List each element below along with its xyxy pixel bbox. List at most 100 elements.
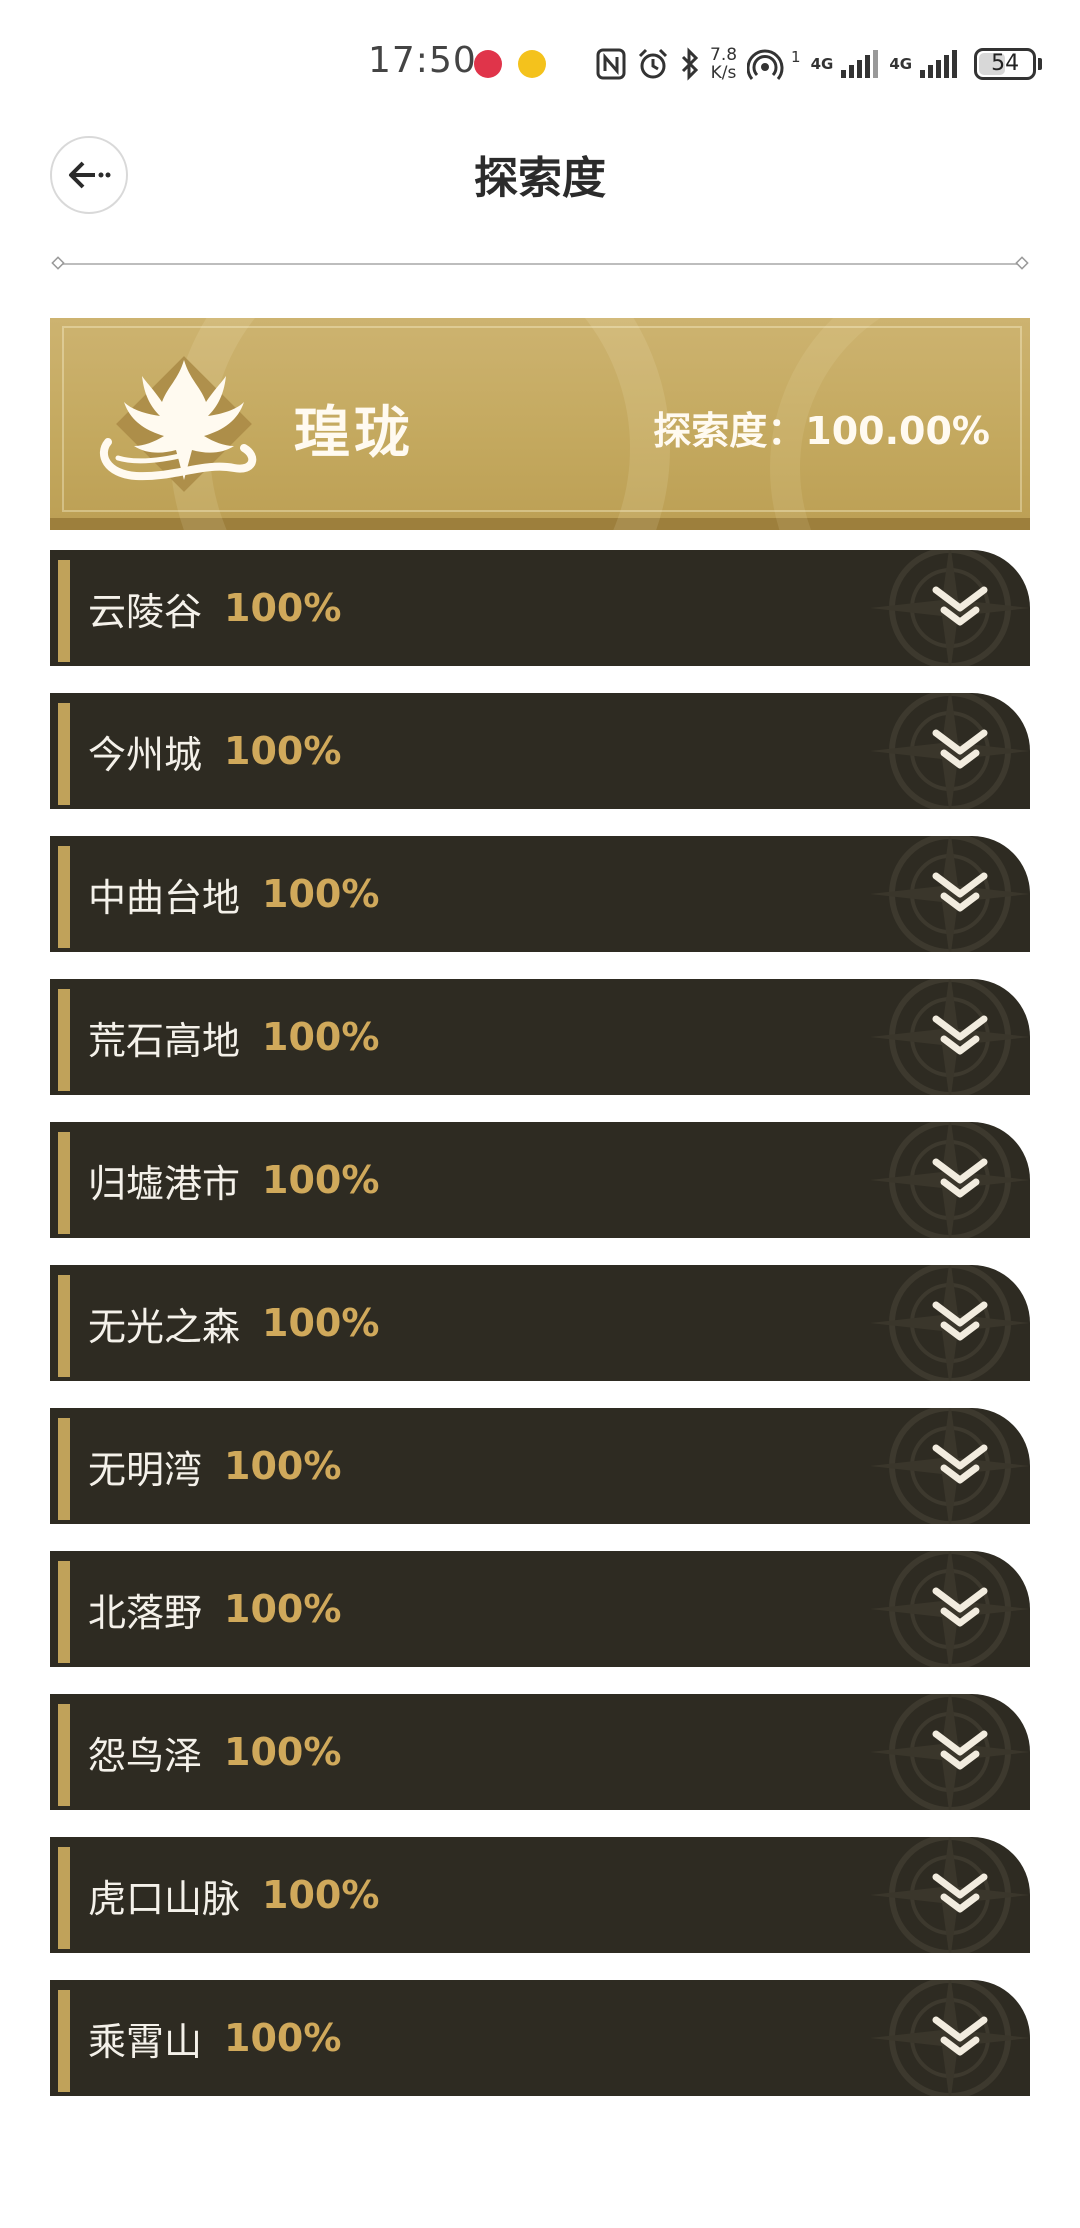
- chevron-down-icon[interactable]: [932, 1873, 988, 1917]
- region-name: 瑝珑: [294, 401, 414, 466]
- area-percent: 100%: [224, 1587, 342, 1631]
- area-label: 今州城 100%: [88, 693, 341, 809]
- area-label: 荒石高地 100%: [88, 979, 379, 1095]
- compass-watermark-icon: [870, 1837, 1030, 1953]
- app-notification-icon: [474, 50, 502, 78]
- wifi-hotspot-icon: [747, 47, 791, 81]
- area-name: 虎口山脉: [88, 1876, 241, 1921]
- chevron-down-icon[interactable]: [932, 1444, 988, 1488]
- area-accent-bar: [58, 1132, 70, 1234]
- signal-icon: [839, 48, 879, 80]
- area-label: 中曲台地 100%: [88, 836, 379, 952]
- area-name: 云陵谷: [88, 589, 203, 634]
- area-percent: 100%: [262, 872, 380, 916]
- compass-watermark-icon: [870, 979, 1030, 1095]
- area-percent: 100%: [262, 1301, 380, 1345]
- area-item[interactable]: 北落野 100%: [50, 1551, 1030, 1667]
- area-label: 怨鸟泽 100%: [88, 1694, 341, 1810]
- area-name: 怨鸟泽: [88, 1733, 203, 1778]
- area-label: 无光之森 100%: [88, 1265, 379, 1381]
- compass-watermark-icon: [870, 693, 1030, 809]
- compass-watermark-icon: [870, 1408, 1030, 1524]
- area-list: 云陵谷 100% 今州城 100% 中曲台地 100% 荒石高地 100% 归墟…: [50, 550, 1030, 2123]
- header-divider: [51, 256, 1029, 270]
- area-name: 荒石高地: [88, 1018, 241, 1063]
- chevron-down-icon[interactable]: [932, 1301, 988, 1345]
- battery-tip: [1038, 58, 1043, 70]
- area-percent: 100%: [224, 1730, 342, 1774]
- compass-watermark-icon: [870, 836, 1030, 952]
- area-name: 今州城: [88, 732, 203, 777]
- area-accent-bar: [58, 1704, 70, 1806]
- area-accent-bar: [58, 989, 70, 1091]
- area-item[interactable]: 荒石高地 100%: [50, 979, 1030, 1095]
- area-label: 无明湾 100%: [88, 1408, 341, 1524]
- network-speed-value: 7.8: [710, 45, 738, 65]
- bluetooth-icon: [680, 47, 700, 81]
- area-item[interactable]: 无光之森 100%: [50, 1265, 1030, 1381]
- network-type-1: 4G: [810, 55, 834, 73]
- area-label: 云陵谷 100%: [88, 550, 341, 666]
- chevron-down-icon[interactable]: [932, 1730, 988, 1774]
- chevron-down-icon[interactable]: [932, 2016, 988, 2060]
- network-type-2: 4G: [889, 55, 913, 73]
- system-status-icons: 7.8 K/s 1 4G 4G 54: [596, 40, 1043, 88]
- area-item[interactable]: 乘霄山 100%: [50, 1980, 1030, 2096]
- area-name: 中曲台地: [88, 875, 241, 920]
- area-percent: 100%: [224, 586, 342, 630]
- battery-icon: 54: [974, 48, 1037, 80]
- network-speed-unit: K/s: [710, 63, 737, 83]
- area-accent-bar: [58, 1990, 70, 2092]
- area-item[interactable]: 云陵谷 100%: [50, 550, 1030, 666]
- area-accent-bar: [58, 560, 70, 662]
- chevron-down-icon[interactable]: [932, 1158, 988, 1202]
- area-label: 乘霄山 100%: [88, 1980, 341, 2096]
- alarm-icon: [636, 47, 670, 81]
- compass-watermark-icon: [870, 1265, 1030, 1381]
- area-accent-bar: [58, 703, 70, 805]
- area-item[interactable]: 中曲台地 100%: [50, 836, 1030, 952]
- status-time: 17:50: [368, 40, 477, 81]
- chevron-down-icon[interactable]: [932, 729, 988, 773]
- area-accent-bar: [58, 846, 70, 948]
- wifi-badge: 1: [791, 48, 801, 66]
- area-accent-bar: [58, 1561, 70, 1663]
- signal-icon: [918, 48, 958, 80]
- area-name: 归墟港市: [88, 1161, 241, 1206]
- compass-watermark-icon: [870, 1980, 1030, 2096]
- area-item[interactable]: 怨鸟泽 100%: [50, 1694, 1030, 1810]
- area-percent: 100%: [224, 1444, 342, 1488]
- region-progress: 探索度：100.00%: [653, 409, 990, 453]
- chevron-down-icon[interactable]: [932, 1015, 988, 1059]
- compass-watermark-icon: [870, 1122, 1030, 1238]
- network-speed: 7.8 K/s: [710, 46, 737, 82]
- area-item[interactable]: 今州城 100%: [50, 693, 1030, 809]
- area-label: 虎口山脉 100%: [88, 1837, 379, 1953]
- compass-watermark-icon: [870, 1694, 1030, 1810]
- area-accent-bar: [58, 1275, 70, 1377]
- area-percent: 100%: [262, 1873, 380, 1917]
- area-label: 北落野 100%: [88, 1551, 341, 1667]
- area-item[interactable]: 虎口山脉 100%: [50, 1837, 1030, 1953]
- chevron-down-icon[interactable]: [932, 872, 988, 916]
- region-banner: 瑝珑 探索度：100.00%: [50, 318, 1030, 530]
- area-name: 无明湾: [88, 1447, 203, 1492]
- area-name: 无光之森: [88, 1304, 241, 1349]
- dragon-emblem-icon: [100, 356, 257, 492]
- area-item[interactable]: 归墟港市 100%: [50, 1122, 1030, 1238]
- area-item[interactable]: 无明湾 100%: [50, 1408, 1030, 1524]
- area-label: 归墟港市 100%: [88, 1122, 379, 1238]
- status-bar: 17:50 7.8 K/s 1 4G 4G 54: [0, 0, 1080, 128]
- chevron-down-icon[interactable]: [932, 1587, 988, 1631]
- chevron-down-icon[interactable]: [932, 586, 988, 630]
- nfc-icon: [596, 48, 626, 80]
- area-percent: 100%: [262, 1158, 380, 1202]
- compass-watermark-icon: [870, 1551, 1030, 1667]
- battery-level: 54: [991, 51, 1020, 76]
- compass-watermark-icon: [870, 550, 1030, 666]
- area-accent-bar: [58, 1418, 70, 1520]
- page-title: 探索度: [474, 153, 606, 204]
- area-accent-bar: [58, 1847, 70, 1949]
- area-percent: 100%: [262, 1015, 380, 1059]
- area-percent: 100%: [224, 2016, 342, 2060]
